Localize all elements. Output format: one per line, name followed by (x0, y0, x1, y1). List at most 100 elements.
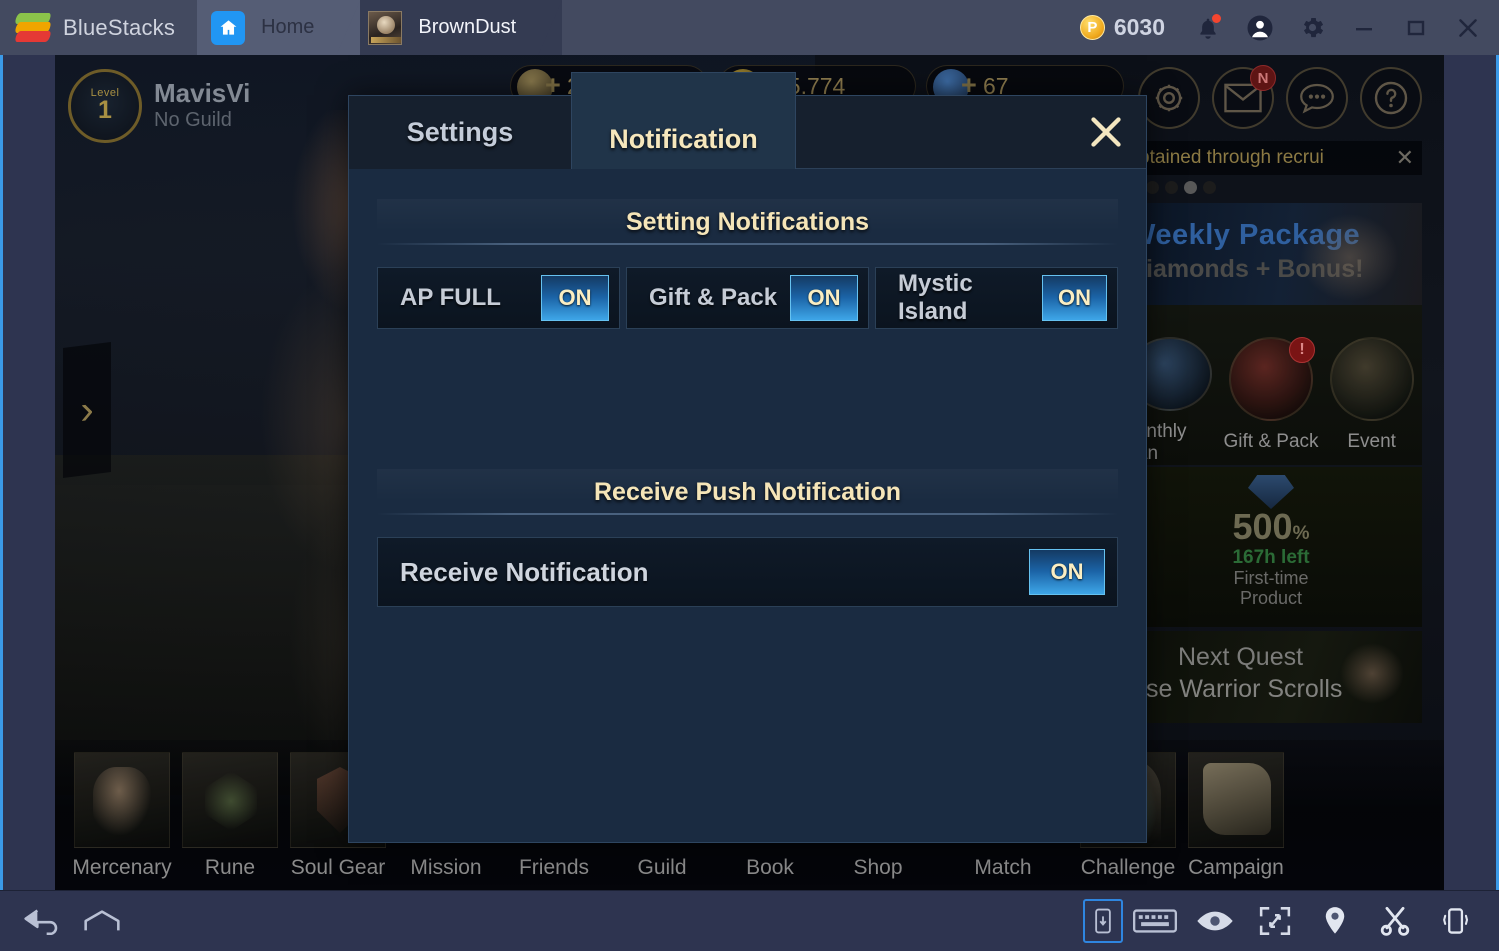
carousel-dot[interactable] (1203, 181, 1216, 194)
toggle-switch-ap-full[interactable]: ON (541, 275, 609, 321)
bluestacks-bottom-toolbar (0, 890, 1499, 951)
toggle-label-gift-pack: Gift & Pack (649, 284, 778, 311)
bluestacks-brand: BlueStacks (0, 0, 198, 55)
mercenary-icon (74, 752, 170, 848)
gift-pack-icon: ! (1229, 337, 1315, 421)
section-header-setting-notifications: Setting Notifications (377, 199, 1118, 245)
points-button[interactable]: P 6030 (1064, 14, 1181, 41)
fullscreen-icon[interactable] (1247, 895, 1303, 947)
first-time-bonus-card[interactable]: 500% 167h left First-time Product (1120, 467, 1422, 627)
game-top-icons: N (1138, 65, 1422, 129)
nav-campaign-label: Campaign (1188, 856, 1284, 879)
bonus-time-left: 167h left (1232, 547, 1310, 568)
chevron-right-icon[interactable]: › (63, 342, 111, 478)
maximize-icon[interactable] (1391, 0, 1441, 55)
close-icon[interactable] (1078, 104, 1134, 160)
promo-event[interactable]: Event (1321, 315, 1422, 465)
close-icon[interactable] (1443, 0, 1493, 55)
shake-device-icon[interactable] (1427, 895, 1483, 947)
promo-event-label: Event (1347, 431, 1396, 452)
left-rail (0, 55, 55, 890)
notifications-badge (1211, 13, 1222, 24)
nav-mercenary[interactable]: Mercenary (69, 752, 175, 880)
bonus-caption-line2: Product (1239, 587, 1303, 608)
app-root: BlueStacks Home BrownDust P 6030 Level 1… (0, 0, 1499, 951)
toggle-row-gift-pack[interactable]: Gift & Pack ON (626, 267, 869, 329)
dialog-tabbar: Settings Notification (349, 72, 1146, 169)
receive-push-section: Receive Push Notification Receive Notifi… (377, 469, 1118, 607)
notification-settings-dialog: Settings Notification Setting Notificati… (348, 72, 1147, 843)
bluestacks-titlebar: BlueStacks Home BrownDust P 6030 (0, 0, 1499, 55)
minimize-icon[interactable] (1339, 0, 1389, 55)
player-guild: No Guild (154, 108, 232, 131)
nav-rune-label: Rune (204, 856, 256, 879)
weekly-package-banner[interactable]: Weekly Package Diamonds + Bonus! (1120, 203, 1422, 305)
next-quest-subtitle: Use Warrior Scrolls (1128, 675, 1343, 703)
toggle-switch-receive-notification[interactable]: ON (1029, 549, 1105, 595)
points-coin-icon: P (1079, 15, 1105, 40)
nav-friends-label: Friends (518, 856, 590, 879)
promo-gift-pack[interactable]: ! Gift & Pack (1221, 315, 1322, 465)
section-header-receive-push-notification: Receive Push Notification (377, 469, 1118, 515)
tab-notification[interactable]: Notification (571, 72, 796, 169)
event-icon (1329, 337, 1414, 421)
bluestacks-brand-label: BlueStacks (63, 14, 176, 40)
player-info[interactable]: Level 1 MavisVi No Guild (68, 69, 250, 143)
notifications-bell-icon[interactable] (1183, 0, 1233, 55)
notice-close-icon[interactable]: ✕ (1390, 145, 1414, 171)
tab-home[interactable]: Home (175, 0, 361, 55)
tilt-device-icon[interactable] (1083, 899, 1123, 943)
toggle-label-ap-full: AP FULL (400, 284, 501, 311)
tab-settings-label: Settings (406, 117, 514, 147)
tab-settings[interactable]: Settings (349, 96, 571, 169)
rune-icon (182, 752, 278, 848)
gear-icon[interactable] (1138, 67, 1200, 129)
nav-book-label: Book (746, 856, 794, 879)
user-account-icon[interactable] (1235, 0, 1285, 55)
dialog-body: Setting Notifications AP FULL ON Gift & … (349, 169, 1146, 843)
quest-character-art (1328, 633, 1420, 721)
tab-browndust[interactable]: BrownDust (332, 0, 563, 55)
game-thumbnail-icon (368, 10, 403, 45)
tab-home-label: Home (261, 16, 315, 38)
toggle-label-receive-notification: Receive Notification (400, 556, 649, 587)
nav-soul-gear-label: Soul Gear (290, 856, 386, 879)
diamond-gem-icon (1248, 475, 1294, 509)
bottom-toolbar-right (1083, 895, 1499, 947)
banner-character-art (1282, 203, 1422, 305)
carousel-dot[interactable] (1165, 181, 1178, 194)
chat-icon[interactable] (1286, 67, 1348, 129)
nav-shop-label: Shop (853, 856, 903, 879)
points-value: 6030 (1113, 14, 1165, 40)
help-icon[interactable] (1360, 67, 1422, 129)
location-pin-icon[interactable] (1307, 895, 1363, 947)
eye-icon[interactable] (1187, 895, 1243, 947)
nav-campaign[interactable]: Campaign (1183, 752, 1289, 880)
settings-gear-icon[interactable] (1287, 0, 1337, 55)
toggle-switch-mystic-island[interactable]: ON (1041, 275, 1107, 321)
mail-icon[interactable]: N (1212, 65, 1276, 129)
nav-guild-label: Guild (637, 856, 687, 879)
player-level-badge: Level 1 (68, 69, 142, 143)
nav-rune[interactable]: Rune (177, 752, 283, 880)
next-quest-card[interactable]: Next Quest Use Warrior Scrolls (1120, 631, 1422, 723)
bonus-percent: 500% (1232, 506, 1310, 547)
nav-match-label: Match (974, 856, 1032, 879)
toggle-row-receive-notification[interactable]: Receive Notification ON (377, 537, 1118, 607)
left-rail-accent (0, 55, 3, 890)
toggle-switch-gift-pack[interactable]: ON (790, 275, 858, 321)
titlebar-actions: P 6030 (1064, 0, 1499, 55)
scissors-screenshot-icon[interactable] (1367, 895, 1423, 947)
home-icon[interactable] (74, 895, 130, 947)
back-arrow-icon[interactable] (14, 895, 70, 947)
mail-badge: N (1250, 65, 1276, 91)
tab-notification-label: Notification (609, 124, 758, 154)
home-icon (211, 10, 246, 45)
bonus-percent-unit: % (1292, 523, 1310, 544)
carousel-dot[interactable] (1146, 181, 1159, 194)
toggle-row-mystic-island[interactable]: Mystic Island ON (875, 267, 1118, 329)
keyboard-icon[interactable] (1127, 895, 1183, 947)
carousel-dot-active[interactable] (1184, 181, 1197, 194)
section-title: Receive Push Notification (593, 477, 902, 506)
toggle-row-ap-full[interactable]: AP FULL ON (377, 267, 620, 329)
